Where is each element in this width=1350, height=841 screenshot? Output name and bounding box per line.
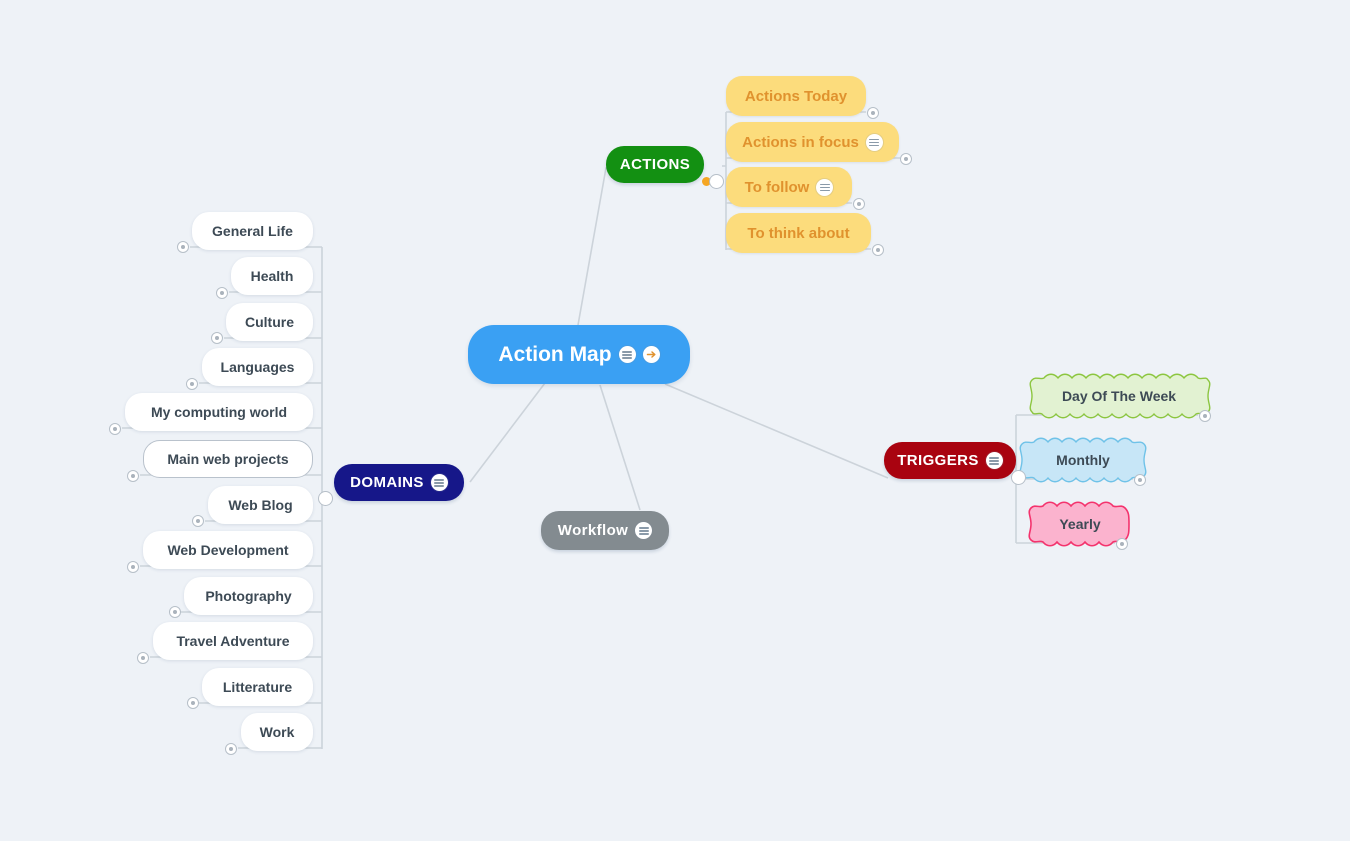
leaf-label: Litterature [222,679,293,695]
leaf-label: Culture [245,314,294,330]
leaf-main-web-projects[interactable]: Main web projects [143,440,313,478]
leaf-handle-collapsed[interactable] [186,378,198,390]
leaf-handle-collapsed[interactable] [192,515,204,527]
domains-expand-handle[interactable] [318,491,333,506]
leaf-label: To think about [747,224,850,242]
leaf-travel-adventure[interactable]: Travel Adventure [153,622,313,660]
leaf-handle-collapsed[interactable] [853,198,865,210]
leaf-label: Health [250,268,294,284]
leaf-label: Photography [205,588,292,604]
leaf-general-life[interactable]: General Life [192,212,313,250]
leaf-handle-collapsed[interactable] [137,652,149,664]
branch-label-domains: DOMAINS [350,474,424,491]
leaf-languages[interactable]: Languages [202,348,313,386]
branch-label-actions: ACTIONS [619,156,691,173]
note-icon[interactable] [635,522,653,539]
mindmap-canvas[interactable]: Action Map ACTIONS Actions Today Actions… [0,0,1350,841]
branch-label-workflow: Workflow [557,522,629,539]
leaf-handle-collapsed[interactable] [109,423,121,435]
leaf-label: General Life [212,223,293,239]
leaf-actions-today[interactable]: Actions Today [726,76,866,116]
leaf-handle-collapsed[interactable] [225,743,237,755]
leaf-web-development[interactable]: Web Development [143,531,313,569]
leaf-health[interactable]: Health [231,257,313,295]
branch-node-domains[interactable]: DOMAINS [334,464,464,501]
branch-node-workflow[interactable]: Workflow [541,511,669,550]
leaf-handle-collapsed[interactable] [1134,474,1146,486]
leaf-work[interactable]: Work [241,713,313,751]
leaf-handle-collapsed[interactable] [187,697,199,709]
branch-node-actions[interactable]: ACTIONS [606,146,704,183]
leaf-handle-collapsed[interactable] [900,153,912,165]
leaf-label: Actions in focus [742,133,859,151]
note-icon[interactable] [816,178,834,196]
leaf-handle-collapsed[interactable] [169,606,181,618]
leaf-handle-collapsed[interactable] [1199,410,1211,422]
leaf-label: To follow [744,178,810,196]
leaf-my-computing-world[interactable]: My computing world [125,393,313,431]
central-node-label: Action Map [498,343,612,366]
leaf-label: Travel Adventure [176,633,290,649]
leaf-handle-collapsed[interactable] [867,107,879,119]
note-icon[interactable] [618,346,636,363]
note-icon[interactable] [430,474,448,491]
leaf-handle-collapsed[interactable] [177,241,189,253]
leaf-actions-in-focus[interactable]: Actions in focus [726,122,899,162]
leaf-handle-collapsed[interactable] [127,561,139,573]
leaf-label: Languages [220,359,295,375]
leaf-label: Main web projects [167,451,289,467]
arrow-right-icon[interactable] [642,346,660,363]
leaf-handle-collapsed[interactable] [211,332,223,344]
leaf-to-think-about[interactable]: To think about [726,213,871,253]
leaf-label: Web Blog [228,497,293,513]
leaf-day-of-the-week[interactable]: Day Of The Week [1024,370,1214,422]
leaf-label: Actions Today [744,87,848,105]
leaf-culture[interactable]: Culture [226,303,313,341]
actions-expand-handle[interactable] [709,174,724,189]
leaf-photography[interactable]: Photography [184,577,313,615]
leaf-handle-collapsed[interactable] [872,244,884,256]
leaf-label: Work [259,724,295,740]
leaf-label: My computing world [150,404,288,420]
central-node-action-map[interactable]: Action Map [468,325,690,384]
leaf-handle-collapsed[interactable] [216,287,228,299]
leaf-handle-collapsed[interactable] [1116,538,1128,550]
leaf-web-blog[interactable]: Web Blog [208,486,313,524]
leaf-litterature[interactable]: Litterature [202,668,313,706]
leaf-monthly[interactable]: Monthly [1015,434,1151,486]
leaf-label: Web Development [167,542,289,558]
branch-node-triggers[interactable]: TRIGGERS [884,442,1016,479]
leaf-label: Day Of The Week [1061,388,1177,404]
leaf-handle-collapsed[interactable] [127,470,139,482]
leaf-to-follow[interactable]: To follow [726,167,852,207]
branch-label-triggers: TRIGGERS [897,452,979,469]
note-icon[interactable] [985,452,1003,469]
leaf-label: Yearly [1059,516,1101,532]
note-icon[interactable] [865,133,883,151]
triggers-expand-handle[interactable] [1011,470,1026,485]
leaf-label: Monthly [1056,452,1110,468]
